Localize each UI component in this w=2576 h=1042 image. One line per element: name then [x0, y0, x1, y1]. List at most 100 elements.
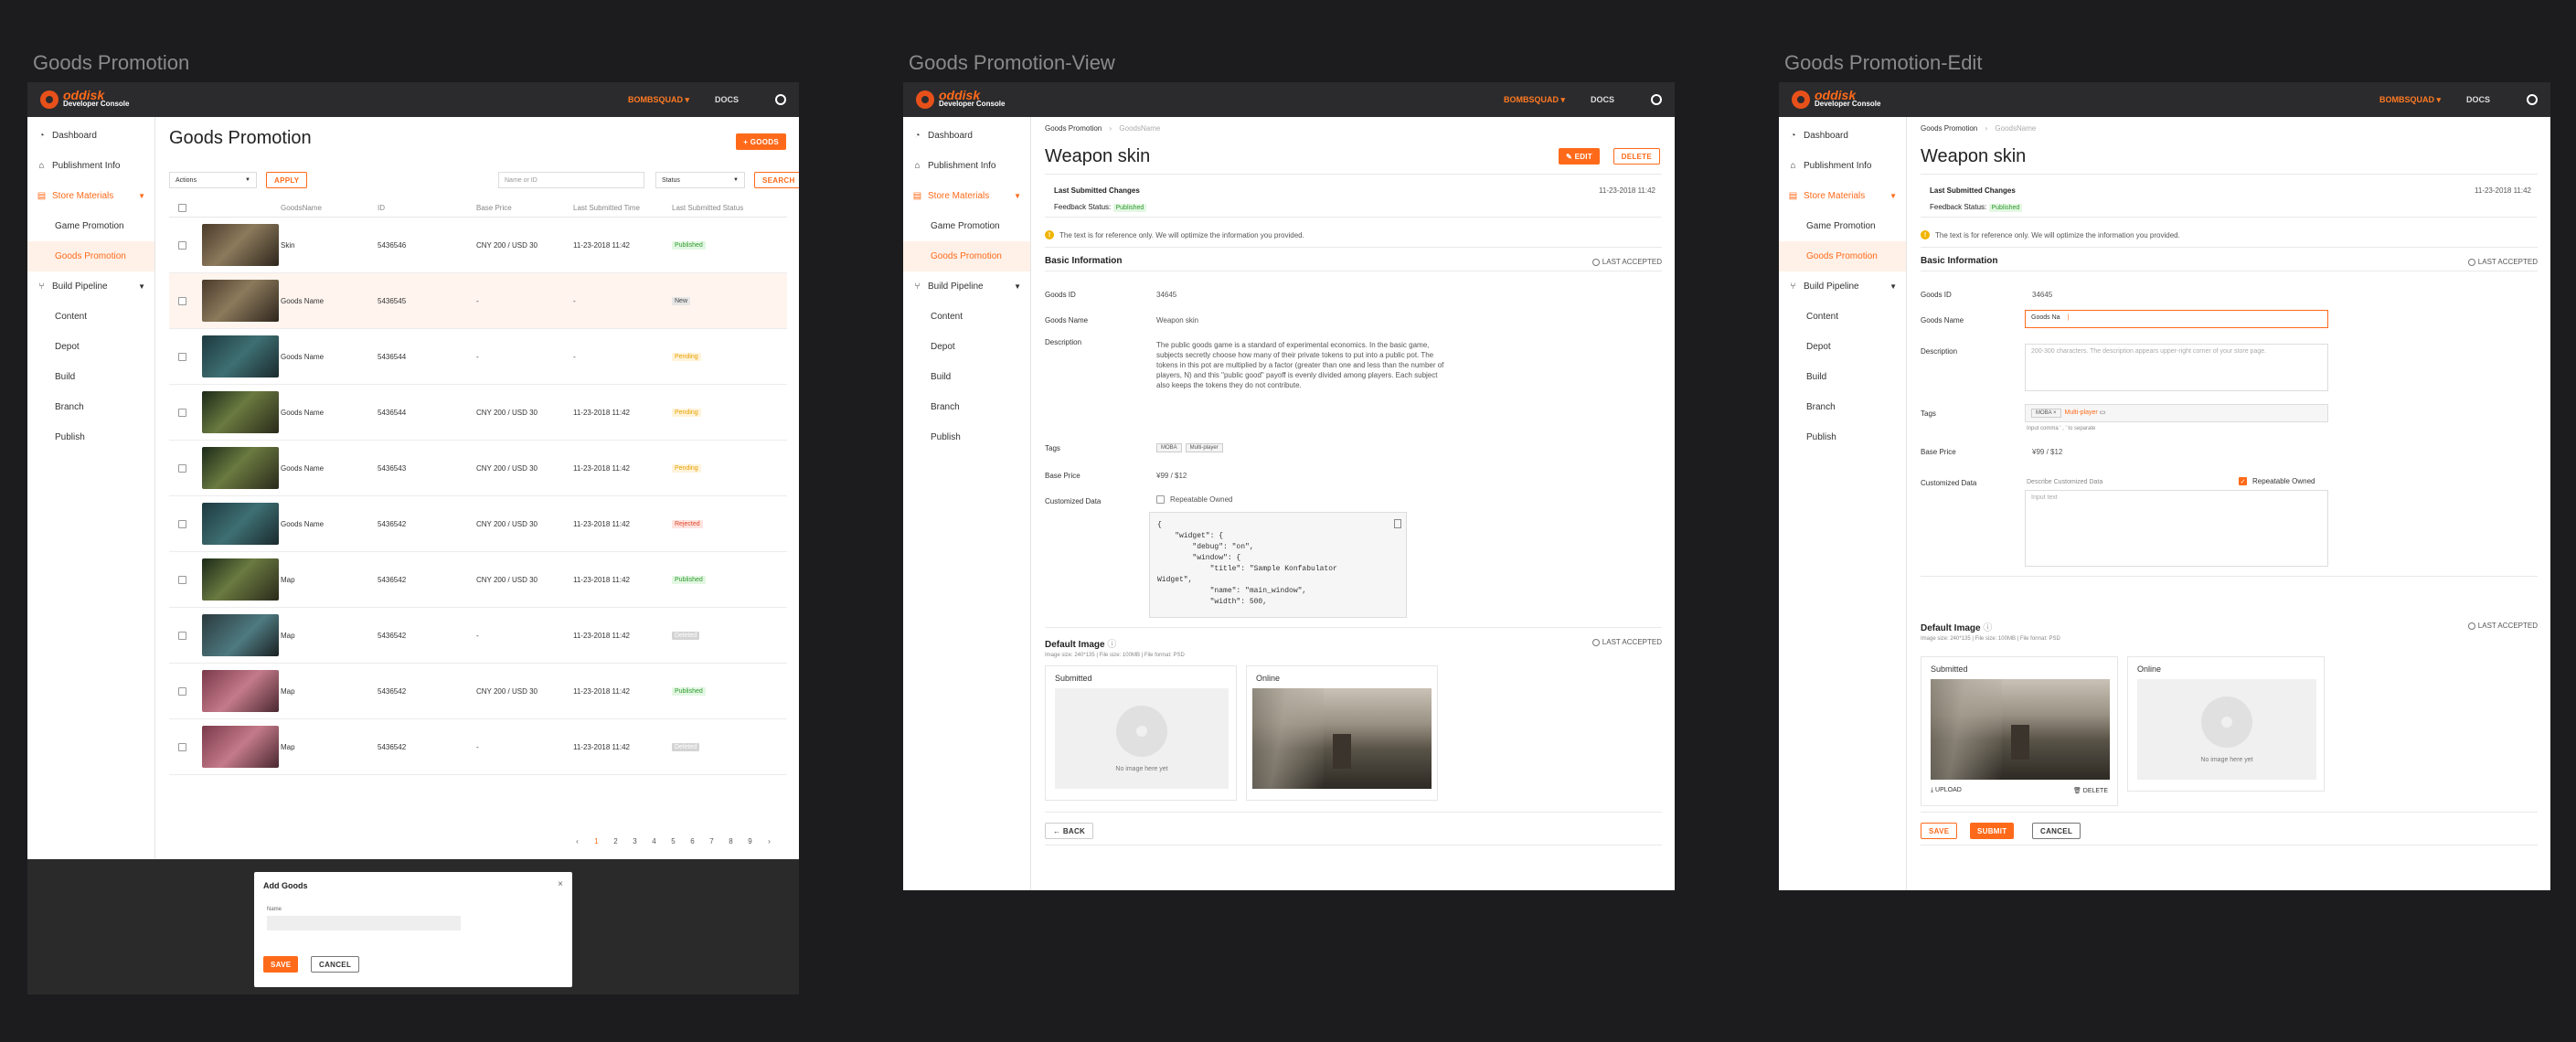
repeatable-checkbox[interactable]: ✓	[2239, 477, 2247, 485]
goods-name-input[interactable]: Goods Na |	[2025, 310, 2328, 328]
prev-page-button[interactable]: ‹	[568, 837, 587, 845]
user-menu[interactable]: BOMBSQUAD ▾	[628, 95, 689, 105]
next-page-button[interactable]: ›	[760, 837, 779, 845]
column-header[interactable]: Base Price	[473, 204, 569, 212]
back-button[interactable]: ← BACK	[1045, 823, 1094, 839]
sidebar-item-depot[interactable]: Depot	[1779, 332, 1906, 362]
table-row[interactable]: Map 5436542 - 11-23-2018 11:42 Deleted	[169, 608, 787, 664]
select-all-checkbox[interactable]	[177, 204, 186, 212]
table-row[interactable]: Goods Name 5436544 CNY 200 / USD 30 11-23-2…	[169, 385, 787, 441]
sidebar-item-publishment[interactable]: ⌂ Publishment Info	[27, 151, 154, 181]
sidebar-item-dashboard[interactable]: ◔ Dashboard	[1779, 121, 1906, 151]
page-number[interactable]: 4	[644, 837, 664, 845]
sidebar-item-content[interactable]: Content	[27, 302, 154, 332]
sidebar-item-dashboard[interactable]: ◔ Dashboard	[903, 121, 1030, 151]
user-menu[interactable]: BOMBSQUAD ▾	[2379, 95, 2441, 105]
page-number[interactable]: 8	[721, 837, 740, 845]
edit-button[interactable]: ✎ EDIT	[1559, 148, 1600, 165]
row-checkbox[interactable]	[177, 631, 186, 640]
table-row[interactable]: Goods Name 5436542 CNY 200 / USD 30 11-23-2…	[169, 496, 787, 552]
account-icon[interactable]	[775, 94, 786, 105]
page-number[interactable]: 5	[664, 837, 683, 845]
sidebar-item-game-promotion[interactable]: Game Promotion	[27, 211, 154, 241]
page-number[interactable]: 6	[683, 837, 702, 845]
sidebar-item-dashboard[interactable]: ◔ Dashboard	[27, 121, 154, 151]
sidebar-item-publish[interactable]: Publish	[903, 422, 1030, 452]
sidebar-item-branch[interactable]: Branch	[1779, 392, 1906, 422]
sidebar-item-build[interactable]: Build	[903, 362, 1030, 392]
actions-select[interactable]: Actions ▼	[169, 172, 257, 188]
sidebar-item-build-pipeline[interactable]: ⑂ Build Pipeline ▼	[27, 271, 154, 302]
copy-icon[interactable]	[1394, 519, 1401, 528]
table-row[interactable]: Map 5436542 - 11-23-2018 11:42 Deleted	[169, 719, 787, 775]
column-header[interactable]: Last Submitted Status	[668, 204, 760, 212]
column-header[interactable]: Last Submitted Time	[569, 204, 668, 212]
close-icon[interactable]: ×	[558, 879, 563, 889]
sidebar-item-store-materials[interactable]: ▤ Store Materials ▼	[1779, 181, 1906, 211]
breadcrumb-root[interactable]: Goods Promotion	[1045, 124, 1102, 133]
custom-data-textarea[interactable]: Input text	[2025, 490, 2328, 567]
save-button[interactable]: SAVE	[1921, 823, 1958, 839]
submit-button[interactable]: SUBMIT	[1970, 823, 2015, 839]
sidebar-item-publish[interactable]: Publish	[1779, 422, 1906, 452]
page-number[interactable]: 1	[587, 837, 606, 845]
row-checkbox[interactable]	[177, 519, 186, 528]
page-number[interactable]: 7	[702, 837, 721, 845]
modal-save-button[interactable]: SAVE	[263, 956, 299, 973]
tags-input[interactable]: MOBA × Multi-player ▭	[2025, 404, 2328, 422]
last-accepted-link[interactable]: LAST ACCEPTED	[2467, 622, 2538, 630]
sidebar-item-content[interactable]: Content	[903, 302, 1030, 332]
delete-button[interactable]: DELETE	[1613, 148, 1660, 165]
sidebar-item-publish[interactable]: Publish	[27, 422, 154, 452]
add-goods-button[interactable]: + GOODS	[736, 133, 786, 150]
table-row[interactable]: Map 5436542 CNY 200 / USD 30 11-23-2018 11:…	[169, 664, 787, 719]
sidebar-item-goods-promotion[interactable]: Goods Promotion	[1779, 241, 1906, 271]
row-checkbox[interactable]	[177, 742, 186, 751]
description-textarea[interactable]: 200-300 characters. The description appe…	[2025, 344, 2328, 391]
row-checkbox[interactable]	[177, 296, 186, 305]
page-number[interactable]: 2	[606, 837, 625, 845]
sidebar-item-branch[interactable]: Branch	[27, 392, 154, 422]
help-icon[interactable]: ⓘ	[1983, 623, 1992, 633]
row-checkbox[interactable]	[177, 463, 186, 473]
sidebar-item-depot[interactable]: Depot	[27, 332, 154, 362]
status-select[interactable]: Status ▼	[655, 172, 745, 188]
sidebar-item-goods-promotion[interactable]: Goods Promotion	[903, 241, 1030, 271]
sidebar-item-branch[interactable]: Branch	[903, 392, 1030, 422]
row-checkbox[interactable]	[177, 240, 186, 250]
table-row[interactable]: Skin 5436546 CNY 200 / USD 30 11-23-2018 11…	[169, 218, 787, 273]
sidebar-item-goods-promotion[interactable]: Goods Promotion	[27, 241, 154, 271]
help-icon[interactable]: ⓘ	[1107, 640, 1116, 650]
sidebar-item-content[interactable]: Content	[1779, 302, 1906, 332]
sidebar-item-publishment[interactable]: ⌂ Publishment Info	[903, 151, 1030, 181]
column-header[interactable]: GoodsName	[277, 204, 374, 212]
search-input[interactable]: Name or ID	[498, 172, 644, 188]
apply-button[interactable]: APPLY	[266, 172, 308, 188]
sidebar-item-build[interactable]: Build	[1779, 362, 1906, 392]
sidebar-item-build[interactable]: Build	[27, 362, 154, 392]
logo[interactable]: oddisk Developer Console	[40, 89, 129, 109]
sidebar-item-game-promotion[interactable]: Game Promotion	[1779, 211, 1906, 241]
account-icon[interactable]	[1651, 94, 1662, 105]
row-checkbox[interactable]	[177, 686, 186, 696]
docs-link[interactable]: DOCS	[1591, 95, 1614, 104]
sidebar-item-store-materials[interactable]: ▤ Store Materials ▼	[27, 181, 154, 211]
docs-link[interactable]: DOCS	[2466, 95, 2490, 104]
last-accepted-link[interactable]: LAST ACCEPTED	[1591, 638, 1662, 646]
table-row[interactable]: Goods Name 5436543 CNY 200 / USD 30 11-23-2…	[169, 441, 787, 496]
table-row[interactable]: Goods Name 5436544 - - Pending	[169, 329, 787, 385]
page-number[interactable]: 9	[740, 837, 760, 845]
sidebar-item-build-pipeline[interactable]: ⑂ Build Pipeline ▼	[903, 271, 1030, 302]
remove-tag-icon[interactable]: ×	[2053, 410, 2057, 416]
search-button[interactable]: SEARCH	[754, 172, 799, 188]
page-number[interactable]: 3	[625, 837, 644, 845]
row-checkbox[interactable]	[177, 575, 186, 584]
image-delete-button[interactable]: 🗑 DELETE	[2073, 787, 2108, 794]
account-icon[interactable]	[2527, 94, 2538, 105]
row-checkbox[interactable]	[177, 352, 186, 361]
column-header[interactable]: ID	[374, 204, 473, 212]
table-row[interactable]: Goods Name 5436545 - - New	[169, 273, 787, 329]
sidebar-item-build-pipeline[interactable]: ⑂ Build Pipeline ▼	[1779, 271, 1906, 302]
breadcrumb-root[interactable]: Goods Promotion	[1921, 124, 1977, 133]
sidebar-item-store-materials[interactable]: ▤ Store Materials ▼	[903, 181, 1030, 211]
